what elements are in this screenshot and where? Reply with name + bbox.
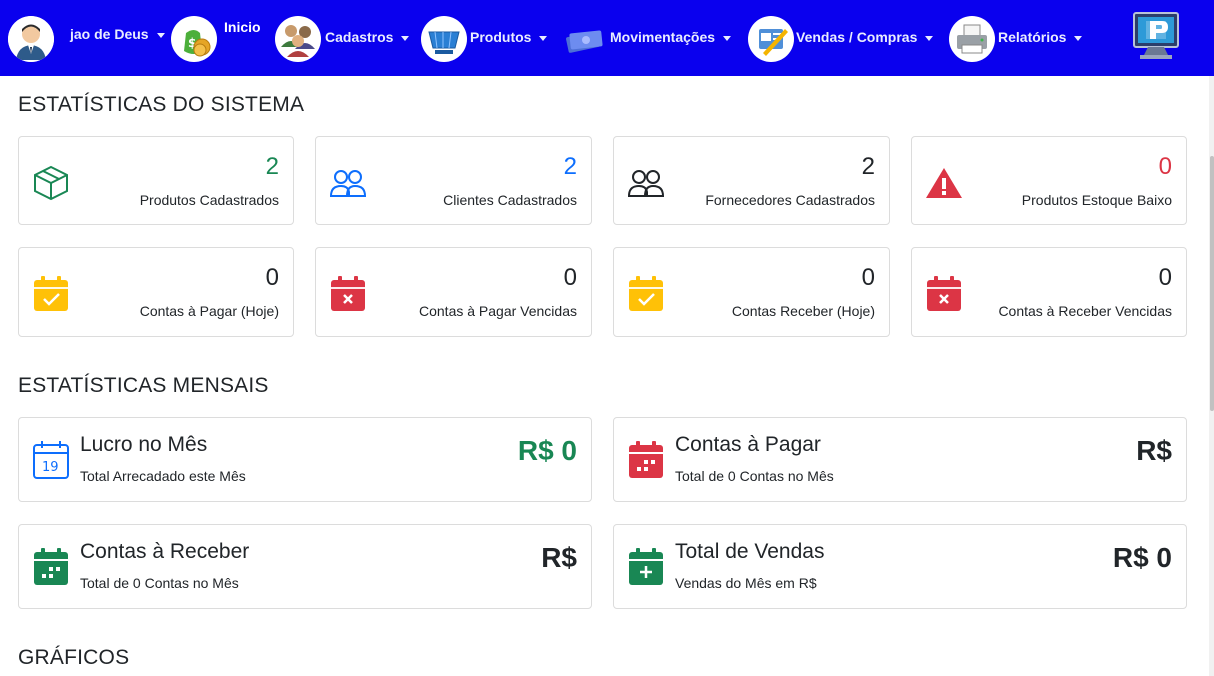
stat-value: 0: [563, 264, 577, 291]
monitor-logo-icon[interactable]: [1132, 11, 1184, 65]
calendar-x-icon: [924, 274, 964, 314]
section-title-monthly: ESTATÍSTICAS MENSAIS: [18, 374, 269, 397]
chevron-down-icon: [401, 35, 410, 41]
money-bills-icon: [564, 16, 606, 62]
monthly-card-total-vendas: Total de Vendas Vendas do Mês em R$ R$ 0: [613, 524, 1187, 609]
monthly-value: R$: [1136, 435, 1172, 466]
nav-inicio[interactable]: $ Inicio: [171, 16, 261, 62]
stat-card-produtos: 2 Produtos Cadastrados: [18, 136, 294, 225]
box-icon: [31, 163, 71, 203]
nav-vendas-compras[interactable]: Vendas / Compras: [748, 16, 934, 62]
monthly-subtitle: Total de 0 Contas no Mês: [675, 468, 834, 484]
calendar-19-icon: 19: [32, 440, 70, 480]
monthly-title: Lucro no Mês: [80, 433, 208, 456]
monthly-title: Contas à Pagar: [675, 433, 821, 456]
monthly-subtitle: Total Arrecadado este Mês: [80, 468, 246, 484]
scrollbar-thumb[interactable]: [1210, 156, 1214, 411]
stat-card-pagar-vencidas: 0 Contas à Pagar Vencidas: [315, 247, 592, 337]
stat-value: 2: [563, 153, 577, 180]
stat-card-estoque-baixo: 0 Produtos Estoque Baixo: [911, 136, 1187, 225]
stat-card-receber-vencidas: 0 Contas à Receber Vencidas: [911, 247, 1187, 337]
chevron-down-icon: [156, 32, 165, 38]
calendar-check-icon: [31, 274, 71, 314]
svg-text:19: 19: [42, 460, 59, 475]
stat-label: Produtos Estoque Baixo: [1021, 192, 1172, 208]
stat-value: 0: [1158, 153, 1172, 180]
user-avatar-icon: [8, 16, 54, 62]
nav-vendas-compras-label: Vendas / Compras: [796, 29, 918, 45]
monthly-card-contas-receber: Contas à Receber Total de 0 Contas no Mê…: [18, 524, 592, 609]
stat-card-fornecedores: 2 Fornecedores Cadastrados: [613, 136, 890, 225]
monthly-card-contas-pagar: Contas à Pagar Total de 0 Contas no Mês …: [613, 417, 1187, 502]
nav-relatorios[interactable]: Relatórios: [949, 16, 1083, 62]
section-title-charts: GRÁFICOS: [18, 646, 130, 669]
stat-label: Fornecedores Cadastrados: [705, 192, 875, 208]
nav-cadastros-label: Cadastros: [325, 29, 394, 45]
stat-label: Contas à Pagar Vencidas: [419, 303, 577, 319]
user-name: jao de Deus: [70, 26, 149, 42]
stat-card-receber-hoje: 0 Contas Receber (Hoje): [613, 247, 890, 337]
shopping-basket-icon: [421, 16, 467, 62]
monthly-subtitle: Vendas do Mês em R$: [675, 575, 817, 591]
page-scrollbar[interactable]: [1209, 76, 1214, 676]
users-group-icon: [275, 16, 321, 62]
calendar-x-icon: [328, 274, 368, 314]
monthly-value: R$: [541, 542, 577, 573]
monthly-title: Contas à Receber: [80, 540, 250, 563]
stat-card-clientes: 2 Clientes Cadastrados: [315, 136, 592, 225]
money-bag-icon: $: [171, 16, 217, 62]
stat-value: 2: [861, 153, 875, 180]
monthly-card-lucro: 19 Lucro no Mês Total Arrecadado este Mê…: [18, 417, 592, 502]
stat-value: 2: [265, 153, 279, 180]
people-icon: [626, 163, 666, 203]
nav-cadastros[interactable]: Cadastros: [275, 16, 410, 62]
stat-value: 0: [861, 264, 875, 291]
document-pen-icon: [748, 16, 794, 62]
monthly-value: R$ 0: [1112, 542, 1172, 573]
nav-movimentacoes[interactable]: Movimentações: [564, 16, 732, 62]
monthly-subtitle: Total de 0 Contas no Mês: [80, 575, 239, 591]
nav-relatorios-label: Relatórios: [998, 29, 1067, 45]
stat-value: 0: [265, 264, 279, 291]
calendar-check-icon: [626, 274, 666, 314]
stat-card-pagar-hoje: 0 Contas à Pagar (Hoje): [18, 247, 294, 337]
calendar-green-icon: [32, 547, 70, 587]
calendar-red-icon: [627, 440, 665, 480]
monthly-title: Total de Vendas: [675, 540, 825, 563]
chevron-down-icon: [1074, 35, 1083, 41]
nav-produtos[interactable]: Produtos: [421, 16, 548, 62]
chevron-down-icon: [723, 35, 732, 41]
stat-label: Produtos Cadastrados: [139, 192, 279, 208]
stat-label: Clientes Cadastrados: [443, 192, 577, 208]
people-icon: [328, 163, 368, 203]
monthly-value: R$ 0: [517, 435, 577, 466]
chevron-down-icon: [925, 35, 934, 41]
user-menu[interactable]: jao de Deus: [8, 16, 165, 62]
stat-label: Contas à Receber Vencidas: [998, 303, 1172, 319]
stat-value: 0: [1158, 264, 1172, 291]
nav-produtos-label: Produtos: [470, 29, 532, 45]
section-title-system: ESTATÍSTICAS DO SISTEMA: [18, 93, 305, 116]
stat-label: Contas à Pagar (Hoje): [139, 303, 279, 319]
printer-icon: [949, 16, 995, 62]
warning-icon: [924, 163, 964, 203]
top-navbar: jao de Deus $ Inicio Cadastros Produtos …: [0, 0, 1214, 76]
nav-inicio-label: Inicio: [224, 19, 261, 35]
stat-label: Contas Receber (Hoje): [731, 303, 875, 319]
calendar-plus-icon: [627, 547, 665, 587]
chevron-down-icon: [539, 35, 548, 41]
nav-movimentacoes-label: Movimentações: [610, 29, 716, 45]
